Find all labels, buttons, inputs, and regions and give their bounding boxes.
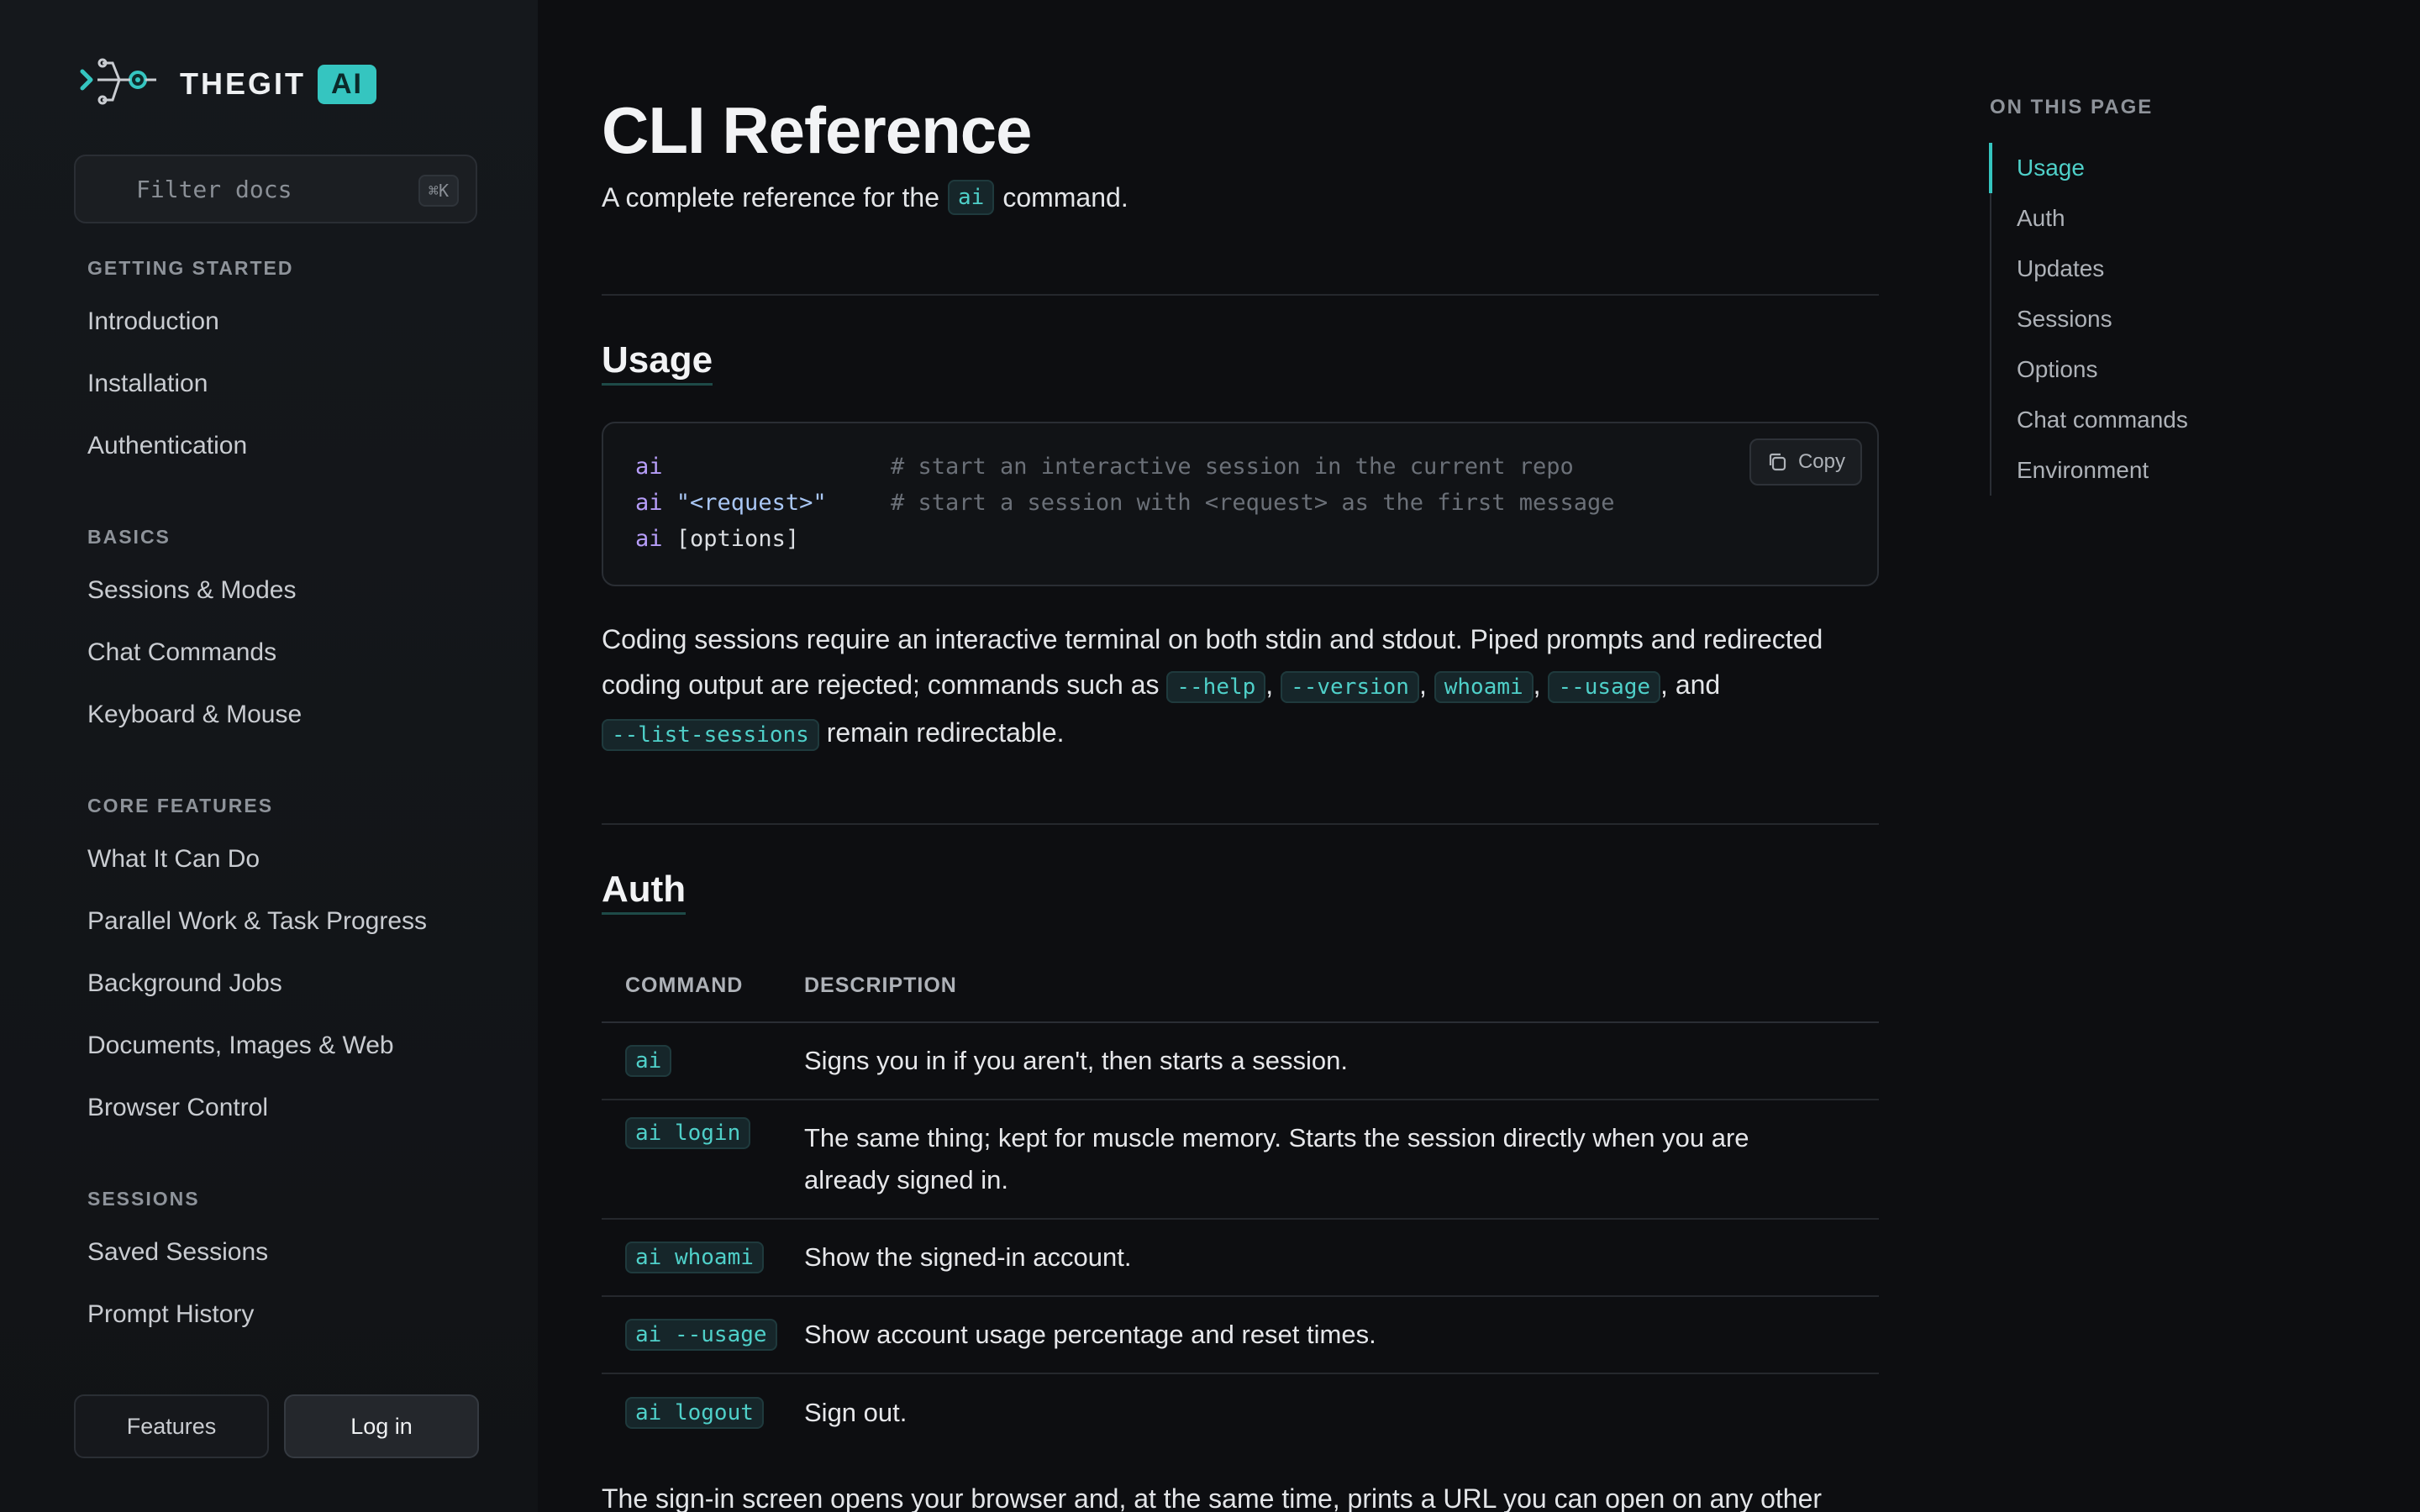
copy-icon <box>1769 453 1786 471</box>
page-title: CLI Reference <box>602 93 1033 167</box>
inline-code: --version <box>1281 671 1419 703</box>
command-code: ai whoami <box>625 1242 764 1273</box>
paragraph-text: coding output are rejected; commands suc… <box>602 669 1160 700</box>
logo-circuit-icon <box>80 58 156 105</box>
sidebar-item-saved-sessions[interactable]: Saved Sessions <box>87 1221 268 1284</box>
toc-item-updates[interactable]: Updates <box>1991 244 2259 294</box>
paragraph-text: , and <box>1660 669 1721 700</box>
table-row: ai Signs you in if you aren't, then star… <box>602 1023 1879 1100</box>
login-button[interactable]: Log in <box>284 1394 479 1458</box>
command-code: ai logout <box>625 1397 764 1429</box>
code-line: ai [options] <box>635 526 799 552</box>
toc-item-chat-commands[interactable]: Chat commands <box>1991 395 2259 445</box>
code-command: ai <box>635 490 663 516</box>
command-code: ai login <box>625 1117 751 1149</box>
subtitle-text: command. <box>1002 181 1128 213</box>
sidebar-item-documents-images-web[interactable]: Documents, Images & Web <box>87 1015 427 1077</box>
toc-item-environment[interactable]: Environment <box>1991 445 2259 496</box>
auth-paragraph: The sign-in screen opens your browser an… <box>602 1483 1823 1512</box>
toc-list: Usage Auth Updates Sessions Options Chat… <box>1989 143 2259 496</box>
nav-heading: GETTING STARTED <box>87 257 294 279</box>
command-description: Show account usage percentage and reset … <box>804 1320 1376 1349</box>
filter-docs[interactable]: ⌘K <box>74 155 477 223</box>
sidebar-footer: Features Log in <box>74 1394 479 1458</box>
sidebar-item-authentication[interactable]: Authentication <box>87 415 294 477</box>
toc-item-auth[interactable]: Auth <box>1991 193 2259 244</box>
code-arg: [options] <box>676 526 800 552</box>
code-comment: # start a session with <request> as the … <box>891 490 1615 516</box>
toc-item-usage[interactable]: Usage <box>1989 143 2259 193</box>
toc-item-sessions[interactable]: Sessions <box>1991 294 2259 344</box>
code-arg: "<request>" <box>676 490 827 516</box>
sidebar-item-introduction[interactable]: Introduction <box>87 291 294 353</box>
nav-section-basics: BASICS Sessions & Modes Chat Commands Ke… <box>87 526 302 746</box>
sidebar-item-background-jobs[interactable]: Background Jobs <box>87 953 427 1015</box>
section-heading-usage[interactable]: Usage <box>602 339 713 386</box>
code-block: ai # start an interactive session in the… <box>602 422 1879 586</box>
auth-table: COMMAND DESCRIPTION ai Signs you in if y… <box>602 949 1879 1452</box>
code-command: ai <box>635 454 663 480</box>
section-heading-auth[interactable]: Auth <box>602 869 687 915</box>
sidebar-item-keyboard-mouse[interactable]: Keyboard & Mouse <box>87 684 302 746</box>
toc-heading: ON THIS PAGE <box>1990 96 2154 118</box>
sidebar-item-browser-control[interactable]: Browser Control <box>87 1077 427 1139</box>
sidebar-item-chat-commands[interactable]: Chat Commands <box>87 622 302 684</box>
copy-label: Copy <box>1797 450 1845 473</box>
paragraph-text: Coding sessions require an interactive t… <box>602 624 1823 654</box>
code-line: ai "<request>" <box>635 490 827 516</box>
nav-section-getting-started: GETTING STARTED Introduction Installatio… <box>87 257 294 477</box>
shortcut-badge: ⌘K <box>418 175 459 207</box>
column-header-description: DESCRIPTION <box>804 973 957 997</box>
paragraph-text: remain redirectable. <box>826 717 1065 748</box>
toc-item-options[interactable]: Options <box>1991 344 2259 395</box>
sidebar-item-prompt-history[interactable]: Prompt History <box>87 1284 268 1346</box>
brand-badge: AI <box>318 64 376 104</box>
table-row: ai login The same thing; kept for muscle… <box>602 1100 1879 1220</box>
inline-code: --help <box>1166 671 1266 703</box>
code-line: ai <box>635 454 663 480</box>
command-description: The same thing; kept for muscle memory. … <box>804 1123 1749 1194</box>
nav-section-sessions: SESSIONS Saved Sessions Prompt History <box>87 1188 268 1346</box>
command-description: Sign out. <box>804 1398 908 1427</box>
inline-code: --usage <box>1548 671 1661 703</box>
on-this-page: ON THIS PAGE Usage Auth Updates Sessions… <box>1989 96 2188 496</box>
sidebar-item-parallel-work[interactable]: Parallel Work & Task Progress <box>87 890 427 953</box>
filter-docs-input[interactable] <box>136 175 405 203</box>
column-header-command: COMMAND <box>625 973 744 997</box>
inline-code: ai <box>948 180 995 215</box>
subtitle-text: A complete reference for the <box>602 181 939 213</box>
table-row: ai whoami Show the signed-in account. <box>602 1220 1879 1297</box>
sidebar: THEGIT AI ⌘K GETTING STARTED Introductio… <box>0 0 538 1512</box>
divider <box>602 294 1879 296</box>
command-code: ai <box>625 1045 672 1077</box>
table-header: COMMAND DESCRIPTION <box>602 949 1879 1023</box>
sidebar-item-sessions-modes[interactable]: Sessions & Modes <box>87 559 302 622</box>
sidebar-item-what-it-can-do[interactable]: What It Can Do <box>87 828 427 890</box>
inline-code: --list-sessions <box>602 719 819 751</box>
command-code: ai --usage <box>625 1319 777 1351</box>
command-description: Signs you in if you aren't, then starts … <box>804 1046 1348 1075</box>
copy-button[interactable]: Copy <box>1749 438 1862 486</box>
features-button[interactable]: Features <box>74 1394 269 1458</box>
page-subtitle: A complete reference for the ai command. <box>602 180 1128 215</box>
code-comment: # start an interactive session in the cu… <box>891 454 1574 480</box>
brand-logo[interactable]: THEGIT AI <box>77 52 376 116</box>
command-description: Show the signed-in account. <box>804 1242 1132 1272</box>
inline-code: whoami <box>1434 671 1534 703</box>
table-row: ai logout Sign out. <box>602 1374 1879 1452</box>
usage-paragraph: Coding sessions require an interactive t… <box>602 617 1879 758</box>
nav-heading: CORE FEATURES <box>87 795 274 816</box>
table-row: ai --usage Show account usage percentage… <box>602 1297 1879 1374</box>
code-command: ai <box>635 526 663 552</box>
sidebar-item-installation[interactable]: Installation <box>87 353 294 415</box>
divider <box>602 823 1879 825</box>
nav-section-core-features: CORE FEATURES What It Can Do Parallel Wo… <box>87 795 427 1139</box>
nav-heading: BASICS <box>87 526 171 548</box>
nav-heading: SESSIONS <box>87 1188 200 1210</box>
brand-name: THEGIT <box>180 66 306 101</box>
